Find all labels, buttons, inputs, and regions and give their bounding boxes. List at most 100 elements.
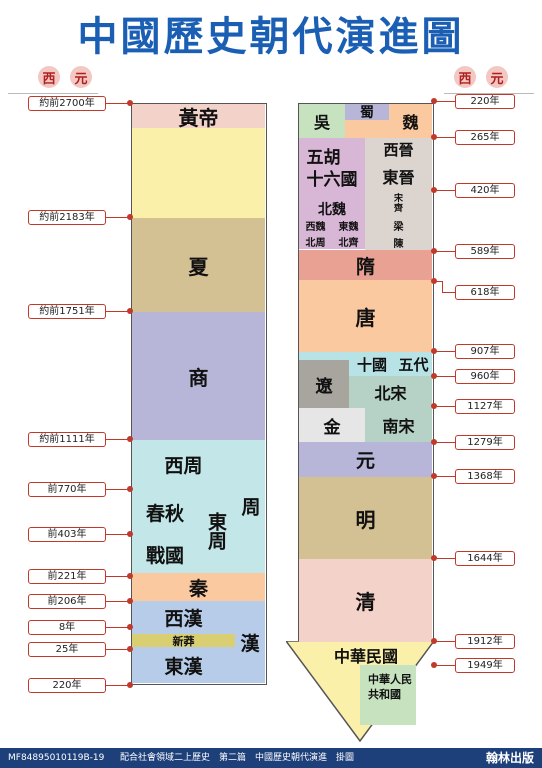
wei-extension	[345, 120, 389, 138]
dynasty-wu: 吳	[299, 104, 345, 138]
dynasty-liao: 遼	[299, 360, 349, 408]
dynasty-xinmang: 新莽	[132, 634, 235, 648]
dynasty-shang: 商	[132, 312, 265, 440]
footer-page: 19B-19	[72, 753, 105, 763]
dynasty-beisong: 北宋	[349, 376, 432, 408]
right-year-label: 589年	[455, 244, 515, 259]
dynasty-jin: 金	[299, 408, 365, 442]
right-timeline-column: 吳 蜀 魏 西晉 五胡 十六國 東晉 北魏 西魏 東魏 北周 北齊 宋 齊 梁 …	[298, 103, 434, 642]
dynasty-dongjin: 東晉	[365, 160, 432, 192]
right-year-connector	[434, 665, 455, 666]
right-year-connector	[434, 641, 455, 642]
dynasty-wei: 魏	[389, 104, 432, 138]
dynasty-sui: 隋	[299, 250, 432, 280]
footer-code: MF848950101	[8, 753, 73, 763]
dynasty-yuan: 元	[299, 442, 432, 477]
xiyuan-seal-right-1: 西	[454, 66, 476, 88]
right-year-dot	[431, 373, 437, 379]
dynasty-wuhu: 五胡 十六國	[299, 138, 365, 200]
dynasty-tang: 唐	[299, 280, 432, 352]
dynasty-zhonghua-minguo: 中華民國	[333, 647, 398, 666]
dynasty-beiqi: 北齊	[332, 233, 365, 249]
tang-wudai-gap	[299, 352, 349, 360]
footer-bar: MF848950101 19B-19 配合社會領域二上歷史 第二篇 中國歷史朝代…	[0, 748, 542, 768]
right-year-label: 960年	[455, 369, 515, 384]
dynasty-han: 漢	[235, 601, 265, 683]
footer-text: 配合社會領域二上歷史 第二篇 中國歷史朝代演進 掛圖	[120, 753, 355, 763]
right-year-label: 907年	[455, 344, 515, 359]
right-year-dot	[431, 248, 437, 254]
right-year-connector	[434, 442, 455, 443]
dynasty-wudai: 五代	[395, 352, 432, 376]
dynasty-liang: 梁	[365, 216, 432, 234]
left-year-label: 約前1111年	[28, 432, 106, 447]
left-year-dot	[127, 308, 133, 314]
left-year-label: 220年	[28, 678, 106, 693]
left-year-dot	[127, 214, 133, 220]
left-year-dot	[127, 598, 133, 604]
right-year-dot	[431, 278, 437, 284]
right-year-label: 1279年	[455, 435, 515, 450]
right-year-connector	[434, 137, 455, 138]
page-title: 中國歷史朝代演進圖	[77, 14, 465, 60]
dynasty-huangdi: 黃帝	[132, 104, 265, 130]
right-year-connector	[434, 558, 455, 559]
dynasty-dongwei: 東魏	[332, 218, 365, 233]
dynasty-chunqiu: 春秋	[132, 488, 198, 536]
left-year-dot	[127, 646, 133, 652]
left-year-label: 前770年	[28, 482, 106, 497]
right-year-dot	[431, 187, 437, 193]
right-year-connector	[434, 376, 455, 377]
dynasty-nansong: 南宋	[365, 408, 432, 442]
right-year-label: 1912年	[455, 634, 515, 649]
dynasty-dongzhou: 東周	[198, 488, 235, 573]
dynasty-zhou: 周	[235, 440, 265, 573]
left-year-dot	[127, 624, 133, 630]
right-year-connector	[434, 101, 455, 102]
dynasty-xijin: 西晉	[365, 138, 432, 160]
left-year-label: 8年	[28, 620, 106, 635]
right-year-dot	[431, 403, 437, 409]
left-year-dot	[127, 682, 133, 688]
left-year-label: 前206年	[28, 594, 106, 609]
right-year-label: 1127年	[455, 399, 515, 414]
left-year-dot	[127, 486, 133, 492]
right-year-connector	[442, 292, 455, 293]
right-year-dot	[431, 473, 437, 479]
xiyuan-seal-left-1: 西	[38, 66, 60, 88]
right-year-elbow	[442, 281, 443, 292]
dynasty-xiwei: 西魏	[299, 218, 332, 233]
left-year-label: 約前1751年	[28, 304, 106, 319]
dynasty-shu: 蜀	[345, 104, 389, 121]
right-year-dot	[431, 98, 437, 104]
dynasty-song-qi: 宋 齊	[365, 192, 432, 216]
dynasty-shiguo: 十國	[349, 352, 395, 376]
right-year-connector	[434, 351, 455, 352]
left-year-dot	[127, 573, 133, 579]
dynasty-xizhou: 西周	[132, 440, 235, 488]
publisher-logo: 翰林出版	[485, 751, 534, 765]
right-year-dot	[431, 134, 437, 140]
right-year-label: 420年	[455, 183, 515, 198]
right-year-label: 1949年	[455, 658, 515, 673]
dynasty-beizhou: 北周	[299, 233, 332, 249]
right-year-label: 618年	[455, 285, 515, 300]
dynasty-qing: 清	[299, 559, 432, 642]
xiyuan-seal-left-2: 元	[70, 66, 92, 88]
right-year-dot	[431, 555, 437, 561]
xiyuan-seal-right-2: 元	[486, 66, 508, 88]
dynasty-ming: 明	[299, 477, 432, 559]
dynasty-chen: 陳	[365, 234, 432, 250]
right-year-dot	[431, 662, 437, 668]
dynasty-prc: 中華人民 共和國	[368, 673, 412, 701]
left-year-label: 約前2183年	[28, 210, 106, 225]
dynasty-xia: 夏	[132, 218, 265, 312]
left-year-dot	[127, 100, 133, 106]
dynasty-zhanguo: 戰國	[132, 536, 198, 573]
dynasty-xihan: 西漢	[132, 601, 235, 634]
blank-period	[132, 128, 265, 218]
right-year-label: 220年	[455, 94, 515, 109]
right-year-dot	[431, 638, 437, 644]
right-year-label: 265年	[455, 130, 515, 145]
dynasty-beiwei: 北魏	[299, 200, 365, 218]
